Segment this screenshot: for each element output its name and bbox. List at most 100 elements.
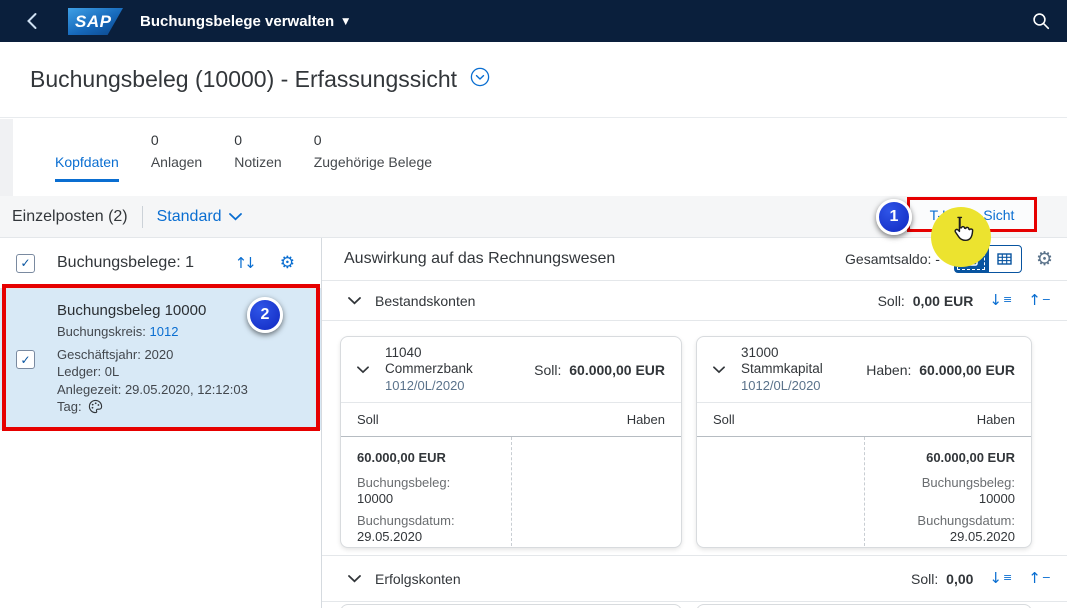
- sort-icon[interactable]: ↑↓: [235, 254, 254, 272]
- balance-label: Soll:: [878, 293, 905, 309]
- tab-label: Zugehörige Belege: [314, 154, 432, 182]
- items-count-label: Einzelposten (2): [12, 208, 128, 226]
- annotation-step-1: 1: [876, 199, 912, 235]
- page-title-text: Buchungsbeleg (10000) - Erfassungssicht: [30, 66, 457, 93]
- account-balance: Haben: 60.000,00 EUR: [866, 362, 1015, 378]
- t-account-card-partial: [340, 604, 682, 608]
- entry-doc-label: Buchungsbeleg:: [357, 475, 495, 492]
- account-context: 1012/0L/2020: [385, 378, 473, 395]
- expand-all-icon[interactable]: ↓≡: [989, 571, 1012, 586]
- entry-date-value: 29.05.2020: [880, 529, 1015, 546]
- expand-all-icon[interactable]: ↓≡: [989, 293, 1012, 308]
- entry-date-label: Buchungsdatum:: [357, 513, 495, 530]
- section-erfolgskonten[interactable]: Erfolgskonten Soll: 0,00 ↓≡ ↑−: [322, 555, 1067, 602]
- tab-label: Anlagen: [151, 154, 202, 182]
- t-account-body: 60.000,00 EUR Buchungsbeleg: 10000 Buchu…: [697, 437, 1031, 547]
- panel-settings-gear-icon[interactable]: ⚙: [1036, 248, 1053, 270]
- select-all-checkbox[interactable]: ✓: [16, 254, 35, 273]
- balance-label: Soll:: [534, 362, 561, 378]
- tab-count: 0: [151, 132, 202, 154]
- app-title-menu[interactable]: Buchungsbelege verwalten ▼: [140, 0, 349, 42]
- app-title-caret-icon: ▼: [342, 18, 349, 27]
- tab-label: Notizen: [234, 154, 281, 182]
- entry-amount: 60.000,00 EUR: [357, 450, 495, 467]
- accounting-panel-title: Auswirkung auf das Rechnungswesen: [344, 250, 615, 268]
- view-selector[interactable]: Standard: [157, 208, 242, 226]
- tab-zugehoerige-belege[interactable]: 0 Zugehörige Belege: [314, 132, 432, 182]
- balance-label: Soll:: [911, 571, 938, 587]
- chevron-down-icon: [229, 213, 242, 221]
- credit-column-header: Haben: [627, 412, 665, 427]
- app-window: SAP Buchungsbelege verwalten ▼ Buchungsb…: [0, 0, 1067, 608]
- section-bestandskonten[interactable]: Bestandskonten Soll: 0,00 EUR ↓≡ ↑−: [322, 281, 1067, 321]
- balance-value: 60.000,00 EUR: [569, 362, 665, 378]
- tab-notizen[interactable]: 0 Notizen: [234, 132, 281, 182]
- view-selector-label: Standard: [157, 208, 222, 226]
- list-header-title: Buchungsbelege: 1: [57, 254, 194, 272]
- tab-count: 0: [234, 132, 281, 154]
- tab-strip-gutter: [0, 119, 13, 196]
- grid-icon: [997, 253, 1012, 265]
- accounting-panel: Auswirkung auf das Rechnungswesen Gesamt…: [322, 238, 1067, 608]
- t-account-header: 31000 Stammkapital 1012/0L/2020 Haben: 6…: [697, 337, 1031, 403]
- entry-doc-value: 10000: [880, 491, 1015, 508]
- chevron-down-icon[interactable]: [713, 366, 725, 374]
- balance-value: 0,00 EUR: [913, 293, 974, 309]
- app-title-text: Buchungsbelege verwalten: [140, 13, 334, 30]
- list-settings-gear-icon[interactable]: ⚙: [280, 253, 295, 273]
- balance-value: 60.000,00 EUR: [919, 362, 1015, 378]
- section-balance: Soll: 0,00: [911, 571, 973, 587]
- sap-logo-text: SAP: [75, 12, 111, 32]
- tab-label: Kopfdaten: [55, 154, 119, 182]
- hand-cursor-icon: [947, 215, 975, 250]
- page-title: Buchungsbeleg (10000) - Erfassungssicht: [30, 66, 490, 93]
- debit-column-header: Soll: [357, 412, 379, 427]
- search-icon[interactable]: [1031, 11, 1051, 36]
- account-number: 11040: [385, 345, 473, 362]
- t-account-card-stammkapital: 31000 Stammkapital 1012/0L/2020 Haben: 6…: [696, 336, 1032, 548]
- shell-bar: SAP Buchungsbelege verwalten ▼: [0, 0, 1067, 42]
- entry-doc-label: Buchungsbeleg:: [880, 475, 1015, 492]
- balance-value: 0,00: [946, 571, 973, 587]
- table-view-toggle[interactable]: [988, 245, 1022, 273]
- section-title: Erfolgskonten: [375, 571, 461, 587]
- tab-count: [55, 132, 119, 154]
- collapse-all-icon[interactable]: ↑−: [1028, 571, 1051, 586]
- account-context: 1012/0L/2020: [741, 378, 823, 395]
- tab-anlagen[interactable]: 0 Anlagen: [151, 132, 202, 182]
- debit-entry: 60.000,00 EUR Buchungsbeleg: 10000 Buchu…: [341, 450, 511, 546]
- debit-column-header: Soll: [713, 412, 735, 427]
- entry-date-value: 29.05.2020: [357, 529, 495, 546]
- tab-count: 0: [314, 132, 432, 154]
- annotation-number: 1: [890, 208, 899, 226]
- annotation-number: 2: [261, 306, 270, 324]
- toolbar-divider: [142, 206, 143, 228]
- header-expand-icon[interactable]: [470, 66, 490, 93]
- entry-amount: 60.000,00 EUR: [880, 450, 1015, 467]
- entry-doc-value: 10000: [357, 491, 495, 508]
- tab-strip: Kopfdaten 0 Anlagen 0 Notizen 0 Zugehöri…: [0, 118, 1067, 196]
- back-icon[interactable]: [24, 12, 40, 35]
- account-number: 31000: [741, 345, 823, 362]
- chevron-down-icon[interactable]: [357, 366, 369, 374]
- balance-label: Haben:: [866, 362, 911, 378]
- entry-date-label: Buchungsdatum:: [880, 513, 1015, 530]
- collapse-all-icon[interactable]: ↑−: [1028, 293, 1051, 308]
- t-account-header: 11040 Commerzbank 1012/0L/2020 Soll: 60.…: [341, 337, 681, 403]
- t-account-body: 60.000,00 EUR Buchungsbeleg: 10000 Buchu…: [341, 437, 681, 547]
- total-balance-label: Gesamtsaldo:: [845, 251, 931, 267]
- t-account-card-partial: [696, 604, 1032, 608]
- list-header: ✓ Buchungsbelege: 1 ↑↓ ⚙: [0, 238, 321, 289]
- section-title: Bestandskonten: [375, 293, 475, 309]
- page-header: Buchungsbeleg (10000) - Erfassungssicht: [0, 42, 1067, 118]
- t-account-card-commerzbank: 11040 Commerzbank 1012/0L/2020 Soll: 60.…: [340, 336, 682, 548]
- tab-kopfdaten[interactable]: Kopfdaten: [55, 132, 119, 182]
- t-account-columns: Soll Haben: [341, 403, 681, 437]
- chevron-down-icon: [348, 575, 361, 583]
- t-account-divider: [511, 437, 512, 546]
- account-name: Stammkapital: [741, 361, 823, 378]
- account-name: Commerzbank: [385, 361, 473, 378]
- annotation-step-2: 2: [247, 297, 283, 333]
- total-balance: Gesamtsaldo: -: [845, 251, 940, 267]
- sap-logo: SAP: [68, 8, 123, 35]
